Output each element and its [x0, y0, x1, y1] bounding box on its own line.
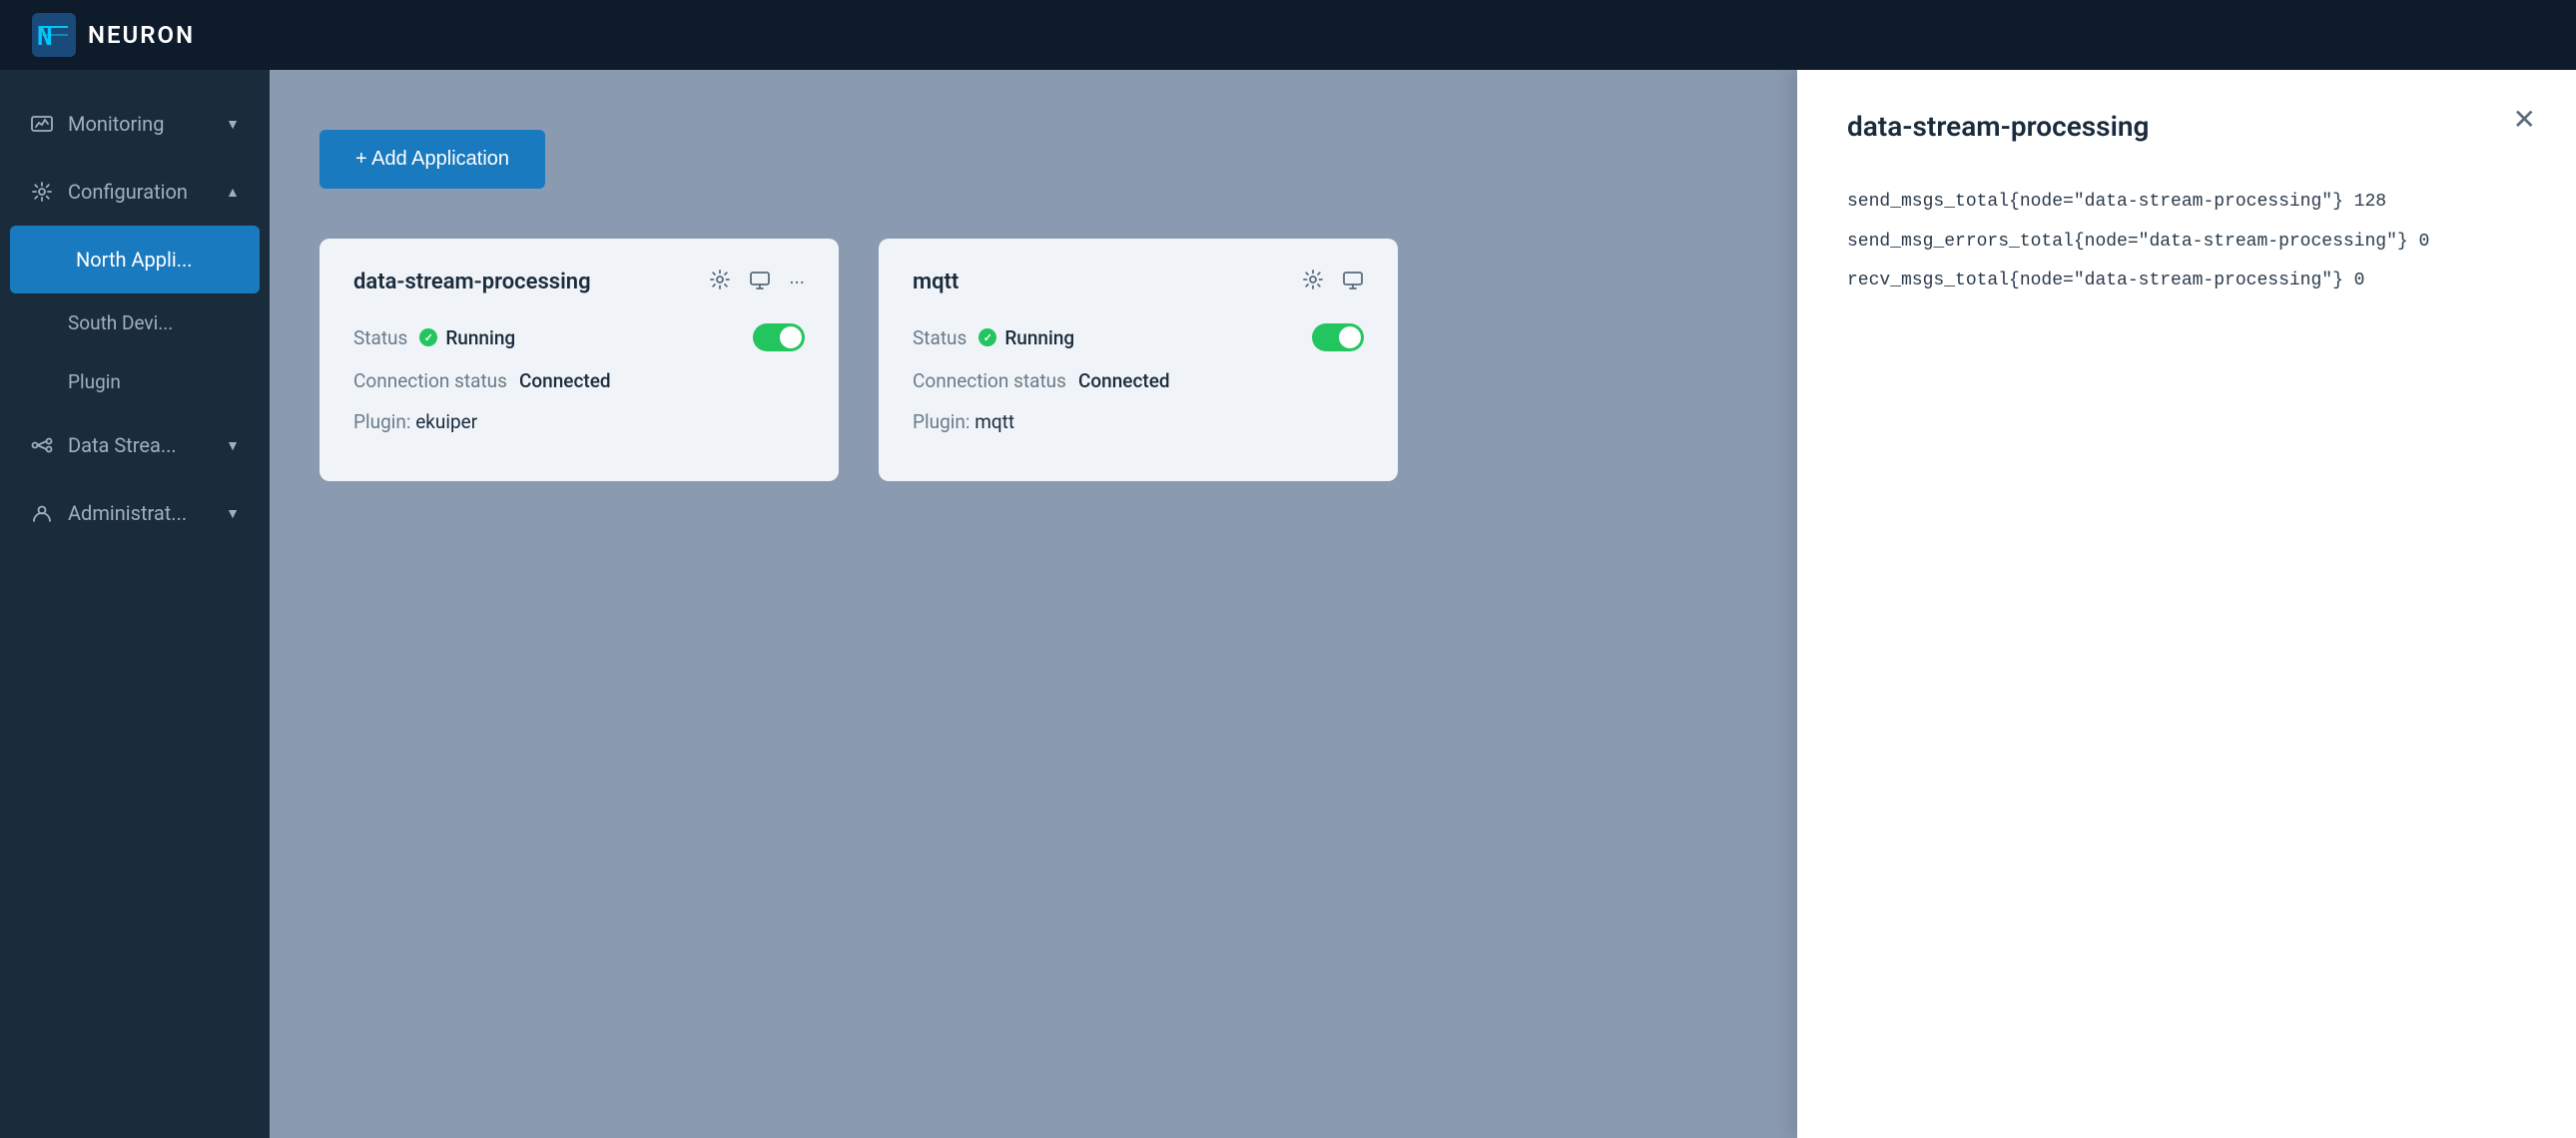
card-row-connection-1: Connection status Connected — [353, 369, 805, 392]
card-row-plugin-2: Plugin: mqtt — [913, 410, 1364, 433]
sidebar-item-monitoring[interactable]: Monitoring ▼ — [0, 90, 270, 158]
connection-label-1: Connection status — [353, 369, 507, 392]
connection-label-2: Connection status — [913, 369, 1066, 392]
neuron-logo-icon: N — [32, 13, 76, 57]
data-stream-label: Data Strea... — [68, 433, 212, 457]
more-icon-1[interactable]: ··· — [789, 271, 805, 294]
settings-icon-1[interactable] — [709, 269, 731, 295]
plugin-label-1: Plugin: — [353, 410, 410, 433]
navbar: N NEURON — [0, 0, 2576, 70]
settings-icon-2[interactable] — [1302, 269, 1324, 295]
card-title-1: data-stream-processing — [353, 270, 709, 294]
logo: N NEURON — [32, 13, 195, 57]
status-value-2: Running — [1004, 326, 1074, 349]
add-application-button[interactable]: + Add Application — [320, 130, 545, 189]
stat-line-2: send_msg_errors_total{node="data-stream-… — [1847, 223, 2526, 263]
content-inner: + Add Application data-stream-processing — [270, 70, 1797, 541]
configuration-icon — [30, 180, 54, 204]
stat-line-1: send_msgs_total{node="data-stream-proces… — [1847, 183, 2526, 223]
monitoring-label: Monitoring — [68, 112, 212, 136]
card-header-1: data-stream-processing ··· — [353, 269, 805, 295]
status-label-2: Status — [913, 326, 966, 349]
toggle-1[interactable] — [753, 323, 805, 351]
plugin-value-1: ekuiper — [415, 410, 477, 433]
monitoring-icon — [30, 112, 54, 136]
card-icons-2 — [1302, 269, 1364, 295]
sidebar-item-plugin[interactable]: Plugin — [0, 352, 270, 411]
status-dot-2 — [978, 328, 996, 346]
monitor-icon-1[interactable] — [749, 269, 771, 295]
stat-line-3: recv_msgs_total{node="data-stream-proces… — [1847, 262, 2526, 301]
configuration-label: Configuration — [68, 180, 212, 204]
sidebar-item-south-dev[interactable]: South Devi... — [0, 293, 270, 352]
configuration-chevron: ▲ — [226, 184, 240, 201]
close-button[interactable]: ✕ — [2513, 106, 2536, 134]
content-area: + Add Application data-stream-processing — [270, 70, 1797, 1138]
administration-icon — [30, 501, 54, 525]
status-dot-1 — [419, 328, 437, 346]
status-label-1: Status — [353, 326, 407, 349]
card-row-connection-2: Connection status Connected — [913, 369, 1364, 392]
connection-value-2: Connected — [1078, 369, 1170, 392]
south-dev-label: South Devi... — [68, 311, 173, 334]
administration-chevron: ▼ — [226, 505, 240, 522]
monitoring-chevron: ▼ — [226, 116, 240, 133]
status-value-1: Running — [445, 326, 515, 349]
card-icons-1: ··· — [709, 269, 805, 295]
right-panel-title: data-stream-processing — [1847, 110, 2526, 143]
data-stream-icon — [30, 433, 54, 457]
right-panel: data-stream-processing ✕ send_msgs_total… — [1797, 70, 2576, 1138]
administration-label: Administrat... — [68, 501, 212, 525]
sidebar-item-configuration[interactable]: Configuration ▲ — [0, 158, 270, 226]
card-row-plugin-1: Plugin: ekuiper — [353, 410, 805, 433]
card-title-2: mqtt — [913, 270, 1302, 294]
cards-container: data-stream-processing ··· Statu — [320, 239, 1747, 481]
data-stream-chevron: ▼ — [226, 437, 240, 454]
plugin-label-2: Plugin: — [913, 410, 969, 433]
card-header-2: mqtt — [913, 269, 1364, 295]
sidebar-item-north-app[interactable]: North Appli... — [10, 226, 260, 293]
connection-value-1: Connected — [519, 369, 611, 392]
north-app-label: North Appli... — [76, 248, 230, 272]
card-row-status-1: Status Running — [353, 323, 805, 351]
app-card-data-stream-processing: data-stream-processing ··· Statu — [320, 239, 839, 481]
sidebar-item-administration[interactable]: Administrat... ▼ — [0, 479, 270, 547]
app-title: NEURON — [88, 21, 195, 49]
plugin-label: Plugin — [68, 370, 121, 393]
sidebar: Monitoring ▼ Configuration ▲ North Appli… — [0, 70, 270, 1138]
main-layout: Monitoring ▼ Configuration ▲ North Appli… — [0, 70, 2576, 1138]
card-row-status-2: Status Running — [913, 323, 1364, 351]
plugin-value-2: mqtt — [974, 410, 1014, 433]
toggle-2[interactable] — [1312, 323, 1364, 351]
stats-content: send_msgs_total{node="data-stream-proces… — [1847, 183, 2526, 301]
monitor-icon-2[interactable] — [1342, 269, 1364, 295]
app-card-mqtt: mqtt Status Running — [879, 239, 1398, 481]
sidebar-item-data-stream[interactable]: Data Strea... ▼ — [0, 411, 270, 479]
